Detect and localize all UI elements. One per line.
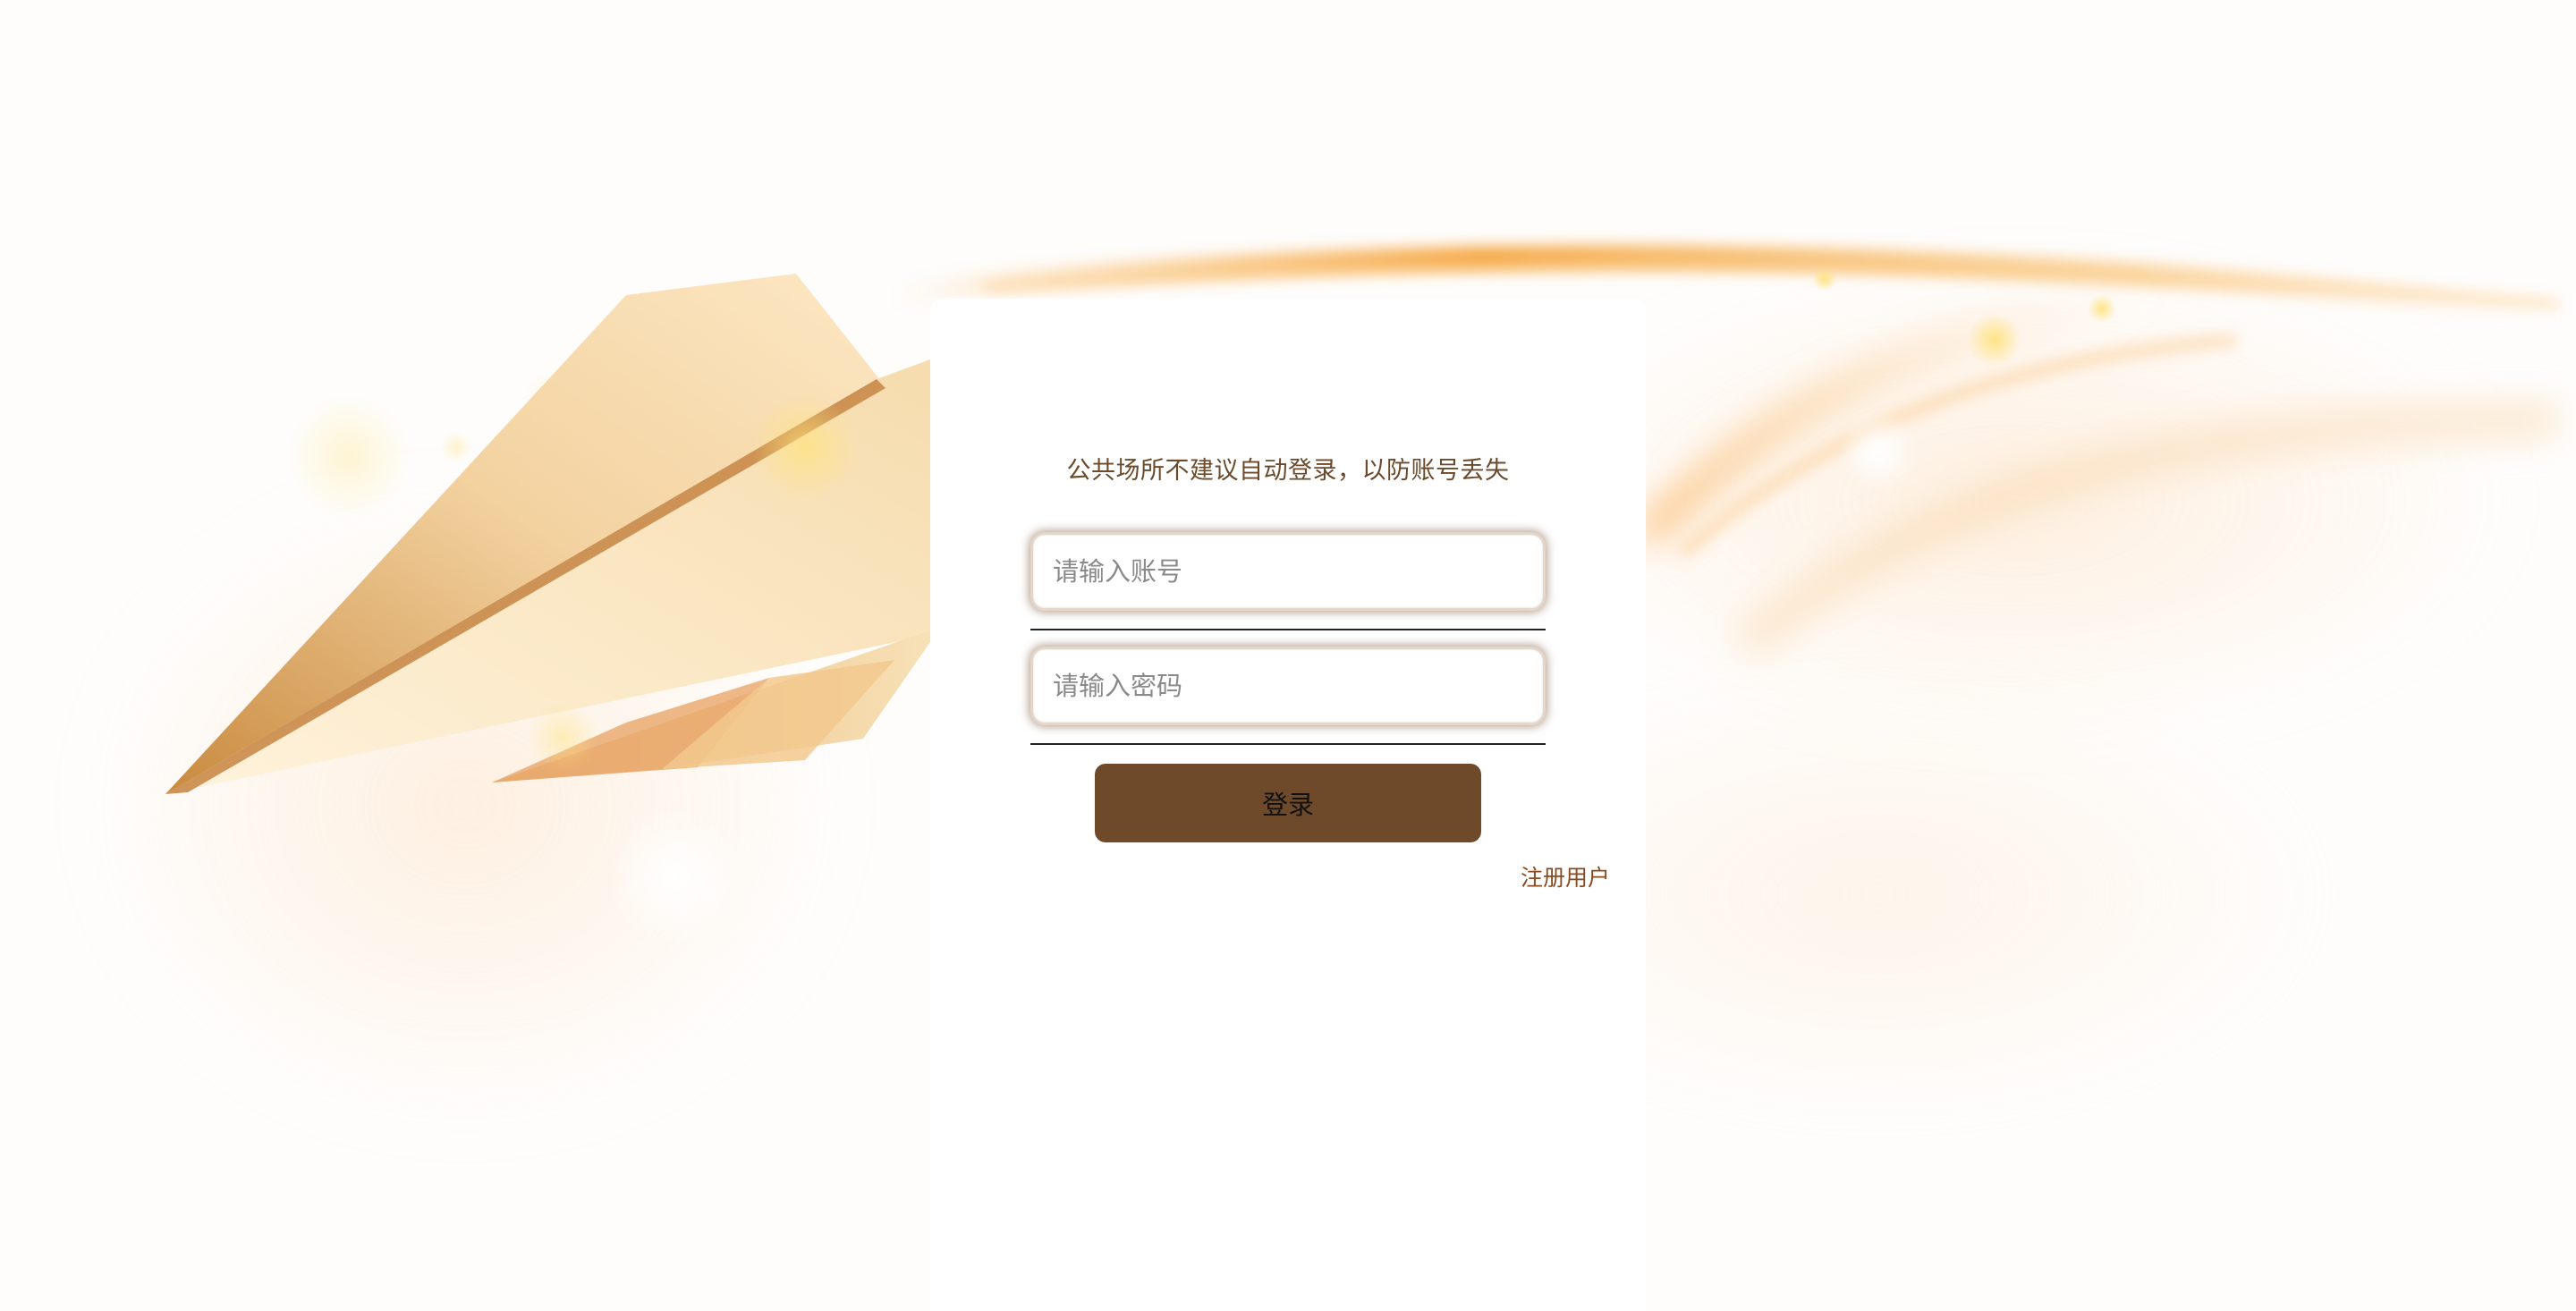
password-field-wrapper	[1030, 647, 1546, 745]
login-card: 公共场所不建议自动登录，以防账号丢失 登录 注册用户	[930, 299, 1646, 1311]
password-input[interactable]	[1030, 647, 1546, 725]
account-field-wrapper	[1030, 532, 1546, 630]
account-input[interactable]	[1030, 532, 1546, 611]
register-link[interactable]: 注册用户	[1521, 860, 1610, 892]
account-underline	[1030, 629, 1546, 630]
login-button[interactable]: 登录	[1095, 764, 1481, 842]
password-underline	[1030, 743, 1546, 745]
login-notice: 公共场所不建议自动登录，以防账号丢失	[1066, 457, 1510, 485]
